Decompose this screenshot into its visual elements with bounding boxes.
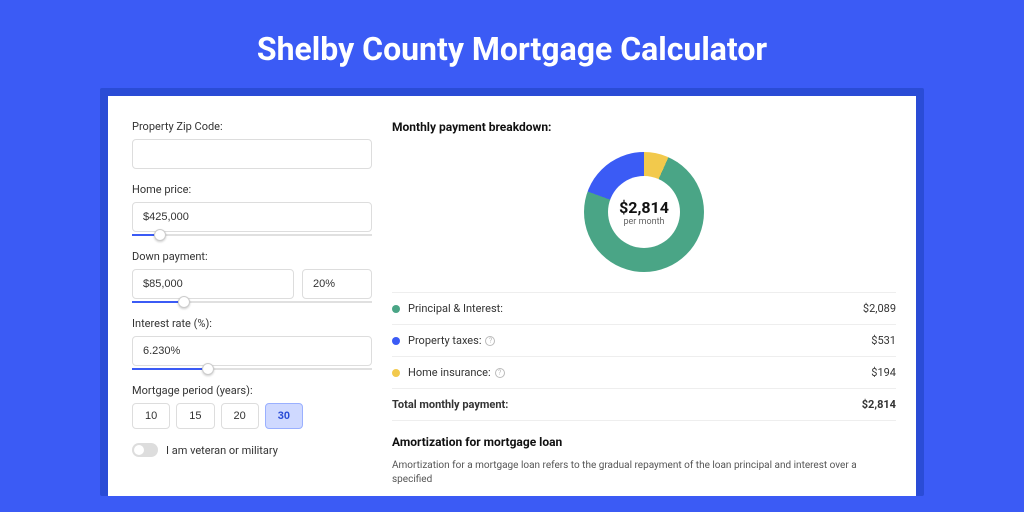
rate-slider[interactable]: [132, 368, 372, 370]
veteran-row: I am veteran or military: [132, 443, 372, 457]
donut-chart: $2,814 per month: [584, 152, 704, 272]
card-shadow: Property Zip Code: Home price: Down paym…: [100, 88, 924, 496]
price-field-group: Home price:: [132, 183, 372, 236]
period-field-group: Mortgage period (years): 10 15 20 30: [132, 384, 372, 429]
dot-blue-icon: [392, 337, 400, 345]
amortization-section: Amortization for mortgage loan Amortizat…: [392, 435, 896, 487]
breakdown-label: Property taxes:: [408, 334, 481, 347]
amortization-text: Amortization for a mortgage loan refers …: [392, 459, 896, 487]
info-icon[interactable]: ?: [485, 336, 495, 346]
period-btn-20[interactable]: 20: [221, 403, 259, 429]
breakdown-row-insurance: Home insurance: ? $194: [392, 357, 896, 389]
breakdown-total-label: Total monthly payment:: [392, 398, 862, 411]
form-column: Property Zip Code: Home price: Down paym…: [132, 120, 372, 472]
page-title: Shelby County Mortgage Calculator: [0, 0, 1024, 88]
donut-sub: per month: [619, 217, 669, 227]
period-row: 10 15 20 30: [132, 403, 372, 429]
period-btn-30[interactable]: 30: [265, 403, 303, 429]
breakdown-value: $194: [871, 366, 896, 379]
breakdown-label: Principal & Interest:: [408, 302, 863, 315]
period-label: Mortgage period (years):: [132, 384, 372, 397]
down-slider[interactable]: [132, 301, 372, 303]
breakdown-value: $2,089: [863, 302, 896, 315]
breakdown-title: Monthly payment breakdown:: [392, 120, 896, 134]
rate-label: Interest rate (%):: [132, 317, 372, 330]
rate-input[interactable]: [132, 336, 372, 366]
veteran-label: I am veteran or military: [166, 444, 278, 457]
dot-green-icon: [392, 305, 400, 313]
price-label: Home price:: [132, 183, 372, 196]
down-slider-thumb[interactable]: [178, 296, 190, 308]
calculator-card: Property Zip Code: Home price: Down paym…: [108, 96, 916, 496]
zip-field-group: Property Zip Code:: [132, 120, 372, 169]
breakdown-column: Monthly payment breakdown: $2,814 per mo…: [392, 120, 896, 472]
breakdown-total-value: $2,814: [862, 398, 896, 411]
period-btn-10[interactable]: 10: [132, 403, 170, 429]
rate-field-group: Interest rate (%):: [132, 317, 372, 370]
donut-wrap: $2,814 per month: [392, 146, 896, 286]
period-btn-15[interactable]: 15: [176, 403, 214, 429]
breakdown-row-principal: Principal & Interest: $2,089: [392, 293, 896, 325]
down-input[interactable]: [132, 269, 294, 299]
breakdown-label: Home insurance:: [408, 366, 491, 379]
breakdown-value: $531: [871, 334, 896, 347]
zip-label: Property Zip Code:: [132, 120, 372, 133]
breakdown-row-total: Total monthly payment: $2,814: [392, 389, 896, 421]
breakdown-row-taxes: Property taxes: ? $531: [392, 325, 896, 357]
rate-slider-thumb[interactable]: [202, 363, 214, 375]
price-slider-thumb[interactable]: [154, 229, 166, 241]
down-label: Down payment:: [132, 250, 372, 263]
veteran-toggle[interactable]: [132, 443, 158, 457]
price-slider[interactable]: [132, 234, 372, 236]
info-icon[interactable]: ?: [495, 368, 505, 378]
down-field-group: Down payment:: [132, 250, 372, 303]
breakdown-list: Principal & Interest: $2,089 Property ta…: [392, 292, 896, 421]
donut-amount: $2,814: [619, 198, 669, 217]
price-input[interactable]: [132, 202, 372, 232]
dot-yellow-icon: [392, 369, 400, 377]
amortization-title: Amortization for mortgage loan: [392, 435, 896, 449]
zip-input[interactable]: [132, 139, 372, 169]
down-pct-input[interactable]: [302, 269, 372, 299]
